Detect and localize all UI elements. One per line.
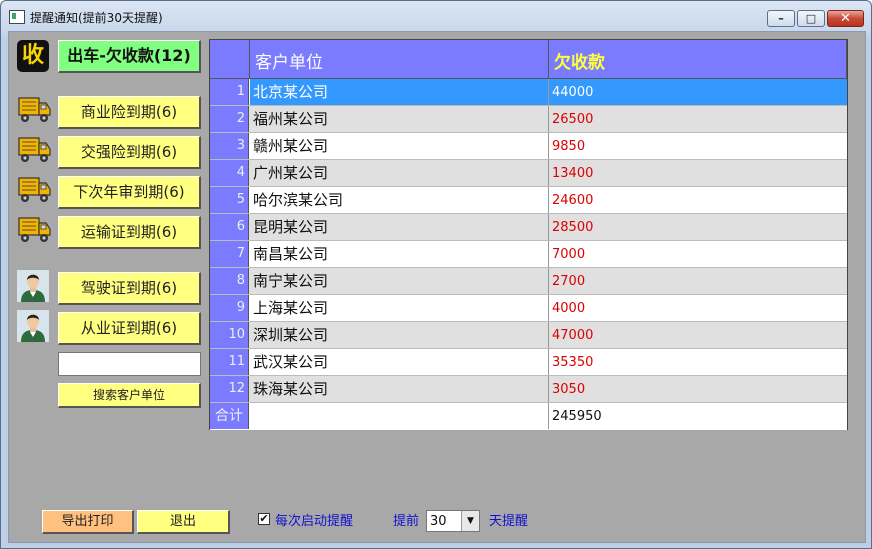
export-print-button[interactable]: 导出打印 — [42, 510, 134, 534]
customer-cell[interactable]: 武汉某公司 — [250, 349, 549, 375]
row-number: 3 — [210, 133, 249, 159]
table-row[interactable]: 4 广州某公司 13400 — [210, 160, 847, 187]
total-label: 合计 — [210, 403, 249, 429]
amount-cell[interactable]: 13400 — [549, 160, 847, 186]
truck-icon — [17, 215, 51, 245]
amount-cell[interactable]: 44000 — [549, 79, 847, 105]
customer-cell[interactable]: 北京某公司 — [250, 79, 549, 105]
row-number: 10 — [210, 322, 249, 348]
customer-cell[interactable]: 上海某公司 — [250, 295, 549, 321]
row-number: 7 — [210, 241, 249, 267]
window-title: 提醒通知(提前30天提醒) — [30, 11, 163, 25]
row-number: 5 — [210, 187, 249, 213]
driver-icon — [17, 310, 49, 342]
app-icon — [9, 10, 25, 24]
expiry-button-3[interactable]: 下次年审到期(6) — [58, 176, 201, 209]
minimize-button[interactable]: – — [767, 10, 795, 27]
expiry-button-2[interactable]: 交强险到期(6) — [58, 136, 201, 169]
collect-icon: 收 — [17, 40, 49, 72]
amount-cell[interactable]: 26500 — [549, 106, 847, 132]
outstanding-payment-button[interactable]: 出车-欠收款(12) — [58, 40, 201, 73]
customer-cell[interactable]: 深圳某公司 — [250, 322, 549, 348]
row-number: 8 — [210, 268, 249, 294]
total-amount: 245950 — [552, 409, 602, 424]
search-customer-input[interactable] — [58, 352, 201, 376]
table-row[interactable]: 3 赣州某公司 9850 — [210, 133, 847, 160]
amount-cell[interactable]: 2700 — [549, 268, 847, 294]
app-window: 提醒通知(提前30天提醒) – □ ✕ 收 出车-欠收款(12) 商业险到期(6… — [0, 0, 872, 549]
maximize-button[interactable]: □ — [797, 10, 825, 27]
amount-cell[interactable]: 7000 — [549, 241, 847, 267]
advance-label: 提前 — [393, 514, 420, 529]
customer-cell[interactable]: 福州某公司 — [250, 106, 549, 132]
truck-icon — [17, 95, 51, 125]
customer-column-header[interactable]: 客户单位 — [250, 40, 549, 79]
amount-cell[interactable]: 4000 — [549, 295, 847, 321]
row-number: 6 — [210, 214, 249, 240]
row-number: 11 — [210, 349, 249, 375]
expiry-button-4[interactable]: 运输证到期(6) — [58, 216, 201, 249]
table-row[interactable]: 11 武汉某公司 35350 — [210, 349, 847, 376]
expiry-button-1[interactable]: 商业险到期(6) — [58, 96, 201, 129]
client-area: 收 出车-欠收款(12) 商业险到期(6) 交强险到期(6) 下次年审到期(6) 运输… — [8, 31, 866, 543]
table-row[interactable]: 5 哈尔滨某公司 24600 — [210, 187, 847, 214]
row-number: 12 — [210, 376, 249, 402]
checkmark-icon: ✔ — [259, 512, 269, 525]
driver-icon — [17, 270, 49, 302]
minimize-icon: – — [778, 12, 784, 25]
title-bar[interactable]: 提醒通知(提前30天提醒) – □ ✕ — [1, 1, 871, 31]
table-row[interactable]: 9 上海某公司 4000 — [210, 295, 847, 322]
dropdown-arrow-icon[interactable]: ▼ — [461, 511, 479, 531]
customer-cell[interactable]: 赣州某公司 — [250, 133, 549, 159]
amount-cell[interactable]: 47000 — [549, 322, 847, 348]
table-row[interactable]: 1 北京某公司 44000 — [210, 79, 847, 106]
remind-checkbox-label[interactable]: 每次启动提醒 — [275, 510, 353, 529]
row-number: 1 — [210, 79, 249, 105]
amount-cell[interactable]: 35350 — [549, 349, 847, 375]
days-value: 30 — [430, 514, 447, 529]
row-number: 9 — [210, 295, 249, 321]
table-row[interactable]: 8 南宁某公司 2700 — [210, 268, 847, 295]
row-number: 4 — [210, 160, 249, 186]
close-icon: ✕ — [840, 11, 851, 26]
total-row: 合计 245950 — [210, 403, 847, 430]
expiry-button-6[interactable]: 从业证到期(6) — [58, 312, 201, 345]
customer-cell[interactable]: 南宁某公司 — [250, 268, 549, 294]
customer-cell[interactable]: 南昌某公司 — [250, 241, 549, 267]
truck-icon — [17, 175, 51, 205]
customer-header-label: 客户单位 — [255, 53, 323, 73]
days-select[interactable]: 30 ▼ — [426, 510, 480, 532]
amount-cell[interactable]: 24600 — [549, 187, 847, 213]
row-number: 2 — [210, 106, 249, 132]
amount-cell[interactable]: 9850 — [549, 133, 847, 159]
exit-button[interactable]: 退出 — [137, 510, 230, 534]
close-button[interactable]: ✕ — [827, 10, 864, 27]
remind-checkbox[interactable]: ✔ — [258, 513, 270, 525]
customer-cell[interactable]: 珠海某公司 — [250, 376, 549, 402]
customer-cell[interactable]: 昆明某公司 — [250, 214, 549, 240]
amount-cell[interactable]: 3050 — [549, 376, 847, 402]
customer-cell[interactable]: 哈尔滨某公司 — [250, 187, 549, 213]
table-row[interactable]: 7 南昌某公司 7000 — [210, 241, 847, 268]
amount-column-header[interactable]: 欠收款 — [549, 40, 847, 79]
outstanding-table: 客户单位 欠收款 1 北京某公司 44000 2 福州某公司 26500 3 赣州某公司 985… — [209, 39, 848, 430]
table-row[interactable]: 2 福州某公司 26500 — [210, 106, 847, 133]
amount-cell[interactable]: 28500 — [549, 214, 847, 240]
customer-cell[interactable]: 广州某公司 — [250, 160, 549, 186]
amount-header-label: 欠收款 — [554, 53, 605, 73]
search-customer-button[interactable]: 搜索客户单位 — [58, 383, 201, 408]
days-suffix-label: 天提醒 — [489, 514, 529, 529]
expiry-button-5[interactable]: 驾驶证到期(6) — [58, 272, 201, 305]
row-number-header — [210, 40, 250, 79]
table-row[interactable]: 12 珠海某公司 3050 — [210, 376, 847, 403]
table-row[interactable]: 10 深圳某公司 47000 — [210, 322, 847, 349]
truck-icon — [17, 135, 51, 165]
maximize-icon: □ — [805, 12, 817, 25]
total-customer-cell — [250, 403, 549, 429]
table-row[interactable]: 6 昆明某公司 28500 — [210, 214, 847, 241]
